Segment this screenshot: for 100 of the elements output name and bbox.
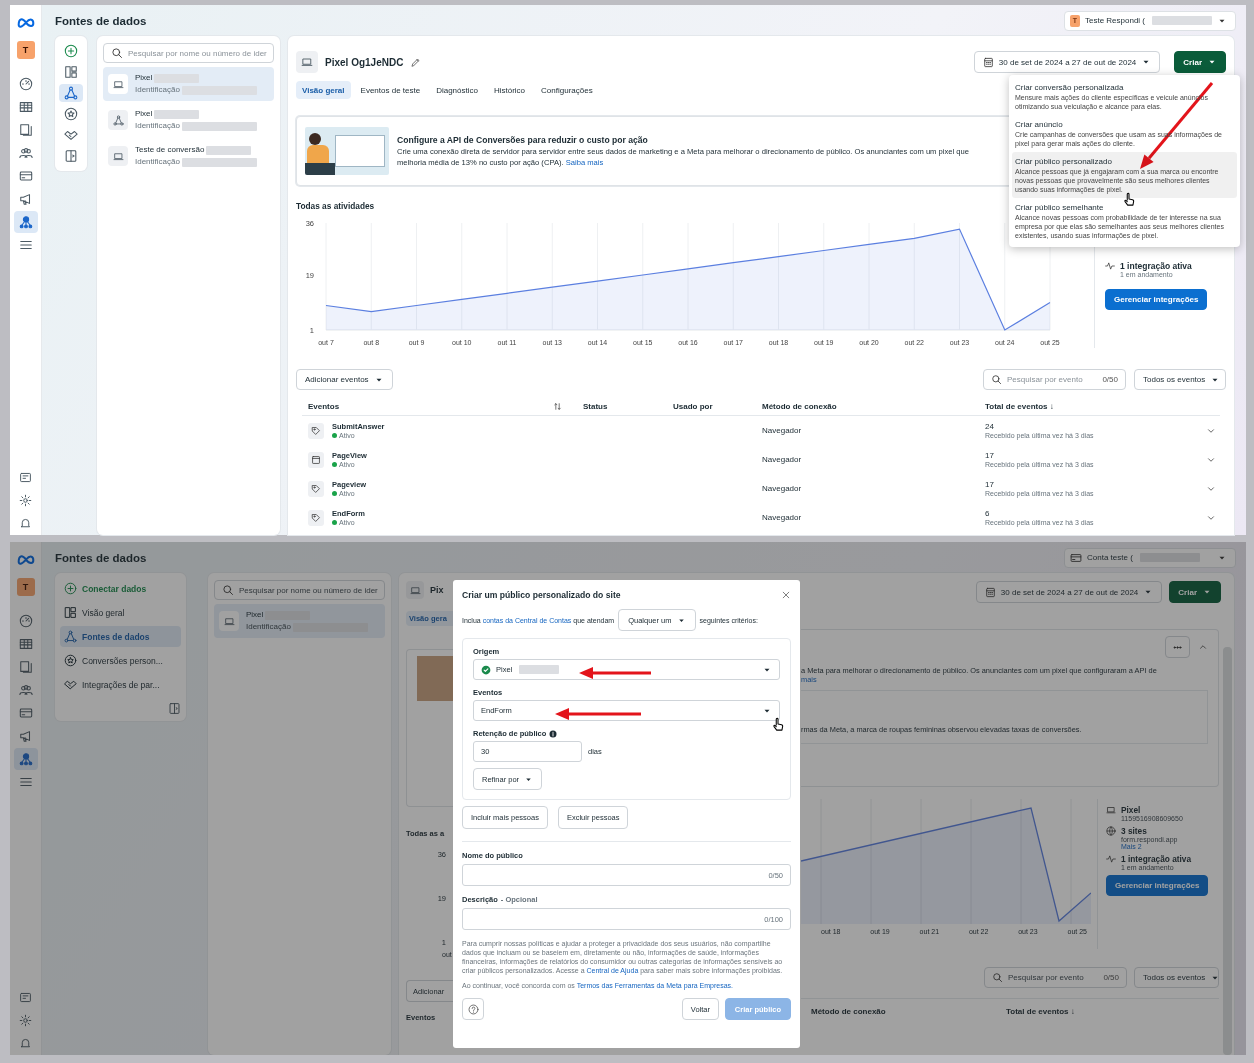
redacted-block (206, 145, 252, 155)
pencil-icon[interactable] (410, 56, 422, 68)
create-button[interactable]: Criar (1174, 51, 1226, 73)
status-dot (332, 519, 337, 525)
redacted-block (1152, 16, 1212, 25)
gauge-icon (18, 77, 33, 91)
megaphone-icon (18, 729, 33, 743)
laptop-icon (223, 615, 235, 627)
page-icon (311, 454, 321, 465)
event-total: 6 (985, 508, 990, 518)
create-button[interactable]: Criar (1169, 581, 1221, 603)
tab[interactable]: Diagnóstico (430, 81, 484, 99)
connection-method: Navegador (761, 454, 803, 466)
people-icon (18, 146, 33, 160)
data-source-item[interactable]: Teste de conversão Identificação (103, 139, 274, 173)
annotation-arrow (579, 667, 651, 679)
nav-item[interactable]: Integrações de par... (60, 674, 181, 695)
documents-icon (18, 660, 33, 674)
search-field[interactable]: Pesquisar por nome ou número de ider (103, 43, 274, 63)
events-filter-dropdown[interactable]: Todos os eventos (1134, 369, 1226, 390)
layout-icon (64, 65, 78, 80)
hand-cursor-icon (771, 717, 785, 731)
help-button[interactable] (462, 998, 484, 1020)
panel-icon[interactable] (168, 702, 181, 715)
search-field[interactable]: Pesquisar por nome ou número de ider (214, 580, 385, 600)
tool-button[interactable] (59, 83, 83, 103)
laptop-icon (301, 56, 313, 68)
handshake-icon (64, 678, 77, 691)
settings-icon[interactable] (19, 1013, 32, 1027)
nodes-icon (112, 114, 124, 126)
pixel-title: Pix (430, 585, 444, 595)
banner-title: Configure a API de Conversões para reduzir o custo por ação (397, 134, 649, 146)
table-icon (18, 637, 33, 651)
sort-icon[interactable] (553, 402, 562, 411)
bell-icon[interactable] (19, 1036, 32, 1050)
event-total: 17 (985, 479, 994, 489)
layout-icon (64, 606, 77, 619)
tag-icon (311, 425, 321, 436)
connection-method: Navegador (761, 512, 803, 524)
event-search-field[interactable]: Pesquisar por evento 0/50 (984, 967, 1127, 988)
nav-item[interactable]: Visão geral (60, 602, 181, 623)
laptop-icon (112, 150, 124, 162)
newspaper-icon[interactable] (19, 470, 32, 484)
newspaper-icon[interactable] (19, 990, 32, 1004)
events-filter-dropdown[interactable]: Todos os eventos (1134, 967, 1219, 988)
tab[interactable]: Configurações (535, 81, 599, 99)
close-icon[interactable] (781, 590, 791, 600)
nav-item[interactable]: Conectar dados (60, 578, 181, 599)
status-dot (332, 490, 337, 496)
plus-circle-icon (64, 44, 78, 59)
account-avatar: T (16, 578, 35, 596)
tag-icon (311, 483, 321, 494)
account-selector[interactable]: Conta teste ( (1064, 547, 1236, 568)
account-icon (1070, 551, 1082, 564)
chevron-up-icon[interactable] (1198, 642, 1208, 652)
info-icon (549, 729, 558, 738)
search-icon (992, 972, 1003, 983)
event-total: 24 (985, 421, 994, 431)
column-header: Total de eventos ↓ (979, 398, 1200, 416)
add-events-button[interactable]: Adicionar eventos (296, 369, 393, 390)
nav-rail-item[interactable] (13, 748, 38, 770)
globe-icon (1106, 826, 1116, 836)
more-options-button[interactable] (1165, 636, 1190, 658)
event-search-field[interactable]: Pesquisar por evento 0/50 (983, 369, 1126, 390)
manage-integrations-button[interactable]: Gerenciar integrações (1105, 289, 1208, 310)
star-icon (64, 654, 77, 667)
data-source-item[interactable]: Pixel Identificação (214, 604, 385, 638)
tab[interactable]: Visão geral (296, 81, 351, 99)
menu-icon (18, 775, 33, 789)
settings-icon[interactable] (19, 493, 32, 507)
date-range-button[interactable]: 30 de set de 2024 a 27 de out de 2024 (975, 581, 1163, 603)
tab[interactable]: Histórico (487, 81, 532, 99)
network-icon (18, 215, 33, 229)
search-icon (222, 584, 234, 596)
connection-method: Navegador (761, 425, 803, 437)
calendar-icon (984, 586, 996, 598)
manage-integrations-button[interactable]: Gerenciar integrações (1106, 875, 1209, 896)
nav-item[interactable]: Fontes de dados (60, 626, 181, 647)
nav-rail-item[interactable] (13, 211, 38, 233)
redacted-block (519, 665, 560, 674)
page-title: Fontes de dados (55, 14, 147, 27)
bell-icon[interactable] (19, 516, 32, 530)
column-header: Total de eventos ↓ (1006, 1007, 1075, 1016)
page-title: Fontes de dados (55, 551, 147, 564)
gauge-icon (18, 614, 33, 628)
data-source-item[interactable]: Pixel Identificação (103, 103, 274, 137)
laptop-icon (1106, 805, 1116, 815)
laptop-icon (112, 78, 124, 90)
column-header: Método de conexão (811, 1007, 887, 1016)
illustration-placeholder (417, 656, 455, 701)
dialog-title: Criar um público personalizado do site (462, 590, 621, 600)
info-title: Pixel (1121, 805, 1142, 815)
redacted-block (154, 109, 200, 119)
nav-item[interactable]: Conversões person... (60, 650, 181, 671)
tab[interactable]: Eventos de teste (354, 81, 427, 99)
people-icon (18, 683, 33, 697)
connection-method: Navegador (761, 483, 803, 495)
date-range-button[interactable]: 30 de set de 2024 a 27 de out de 2024 (973, 51, 1161, 73)
data-source-item[interactable]: Pixel Identificação (103, 67, 274, 101)
tag-icon (311, 512, 321, 523)
